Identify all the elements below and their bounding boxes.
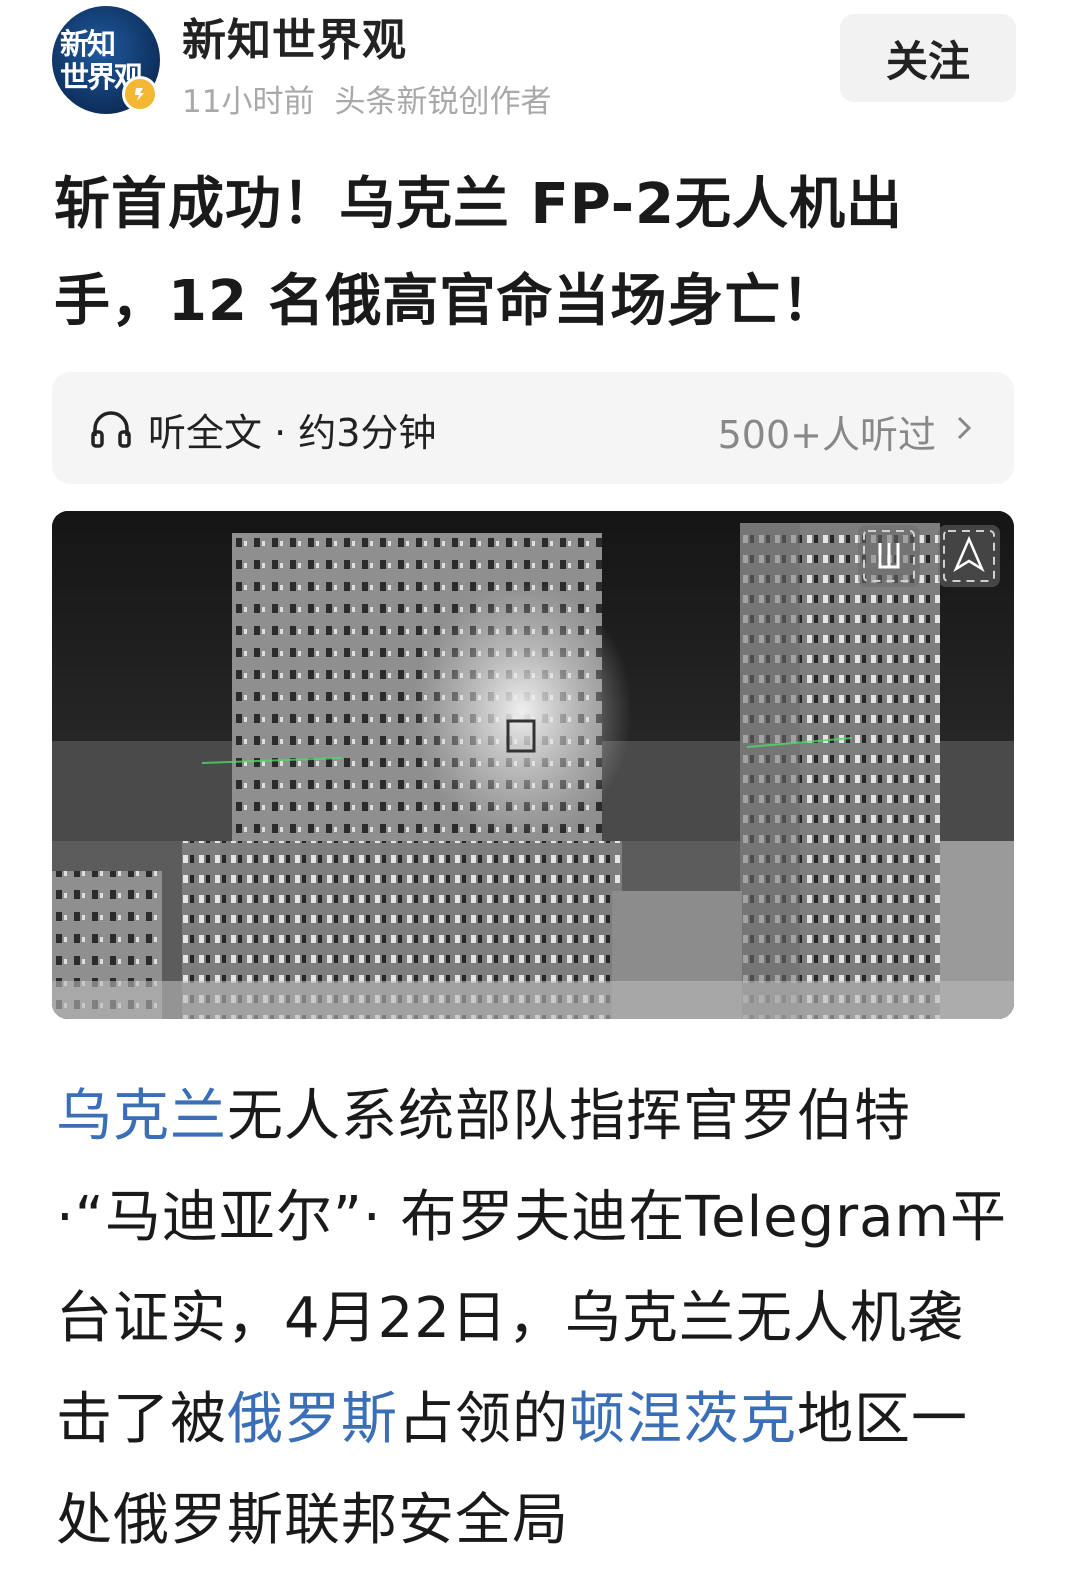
author-name[interactable]: 新知世界观 [182,4,407,68]
link-donetsk[interactable]: 顿涅茨克 [569,1387,797,1452]
author-header: 新知 世界观 新知世界观 11小时前 头条新锐创作者 关注 [0,0,1080,130]
listen-full-text-bar[interactable]: 听全文 · 约3分钟 500+人听过 [52,372,1014,484]
article-body: 乌克兰无人系统部队指挥官罗伯特·“马迪亚尔”· 布罗夫迪在Telegram平台证… [56,1066,1016,1571]
post-time: 11小时前 [182,84,315,120]
listen-count: 500+人听过 [717,413,936,457]
chevron-right-icon [957,416,972,440]
drone-unit-icon [938,525,1000,587]
listen-label: 听全文 · 约3分钟 [148,411,437,455]
verified-badge-icon [122,76,158,112]
link-ukraine[interactable]: 乌克兰 [56,1084,227,1149]
thermal-city-image [52,511,1014,1019]
link-russia[interactable]: 俄罗斯 [227,1387,398,1452]
follow-button[interactable]: 关注 [840,14,1016,102]
body-text-2: 占领的 [398,1387,569,1452]
article-title: 斩首成功！乌克兰 FP-2无人机出手，12 名俄高官命当场身亡！ [54,172,904,334]
headphones-icon [91,411,131,448]
creator-badge: 头条新锐创作者 [334,84,552,120]
unit-emblem-icon [858,525,920,587]
author-meta: 11小时前 头条新锐创作者 [182,76,551,121]
article-image[interactable] [52,511,1014,1019]
